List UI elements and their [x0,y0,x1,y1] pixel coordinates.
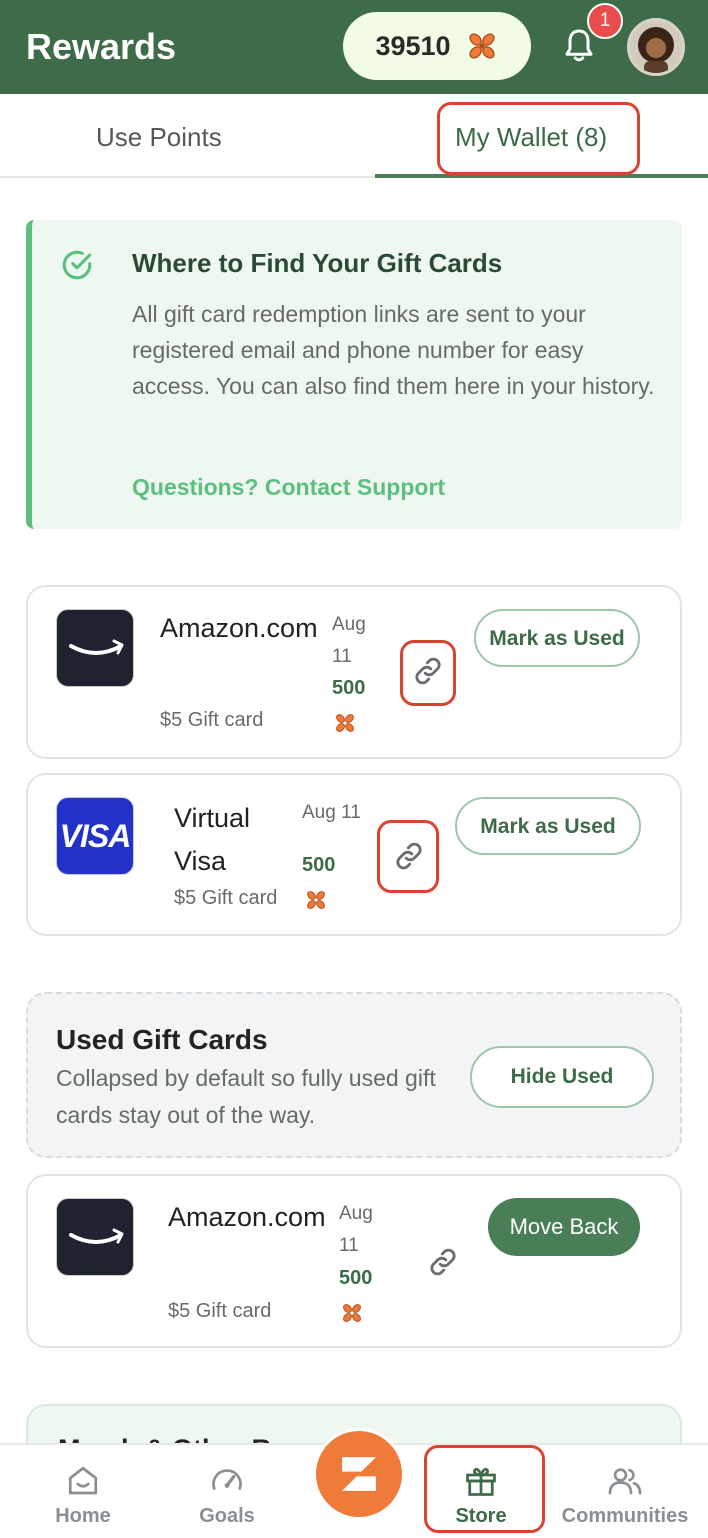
card-points: 500 [332,677,366,699]
card-brand: Amazon.com [160,613,318,643]
card-date: Aug 11 [339,1203,373,1256]
amazon-logo [56,609,134,687]
card-brand: Amazon.com [168,1202,326,1232]
nav-label: Store [455,1505,507,1527]
tab-use-points[interactable]: Use Points [96,122,222,153]
flower-points-icon [307,891,325,909]
top-bar: Rewards 39510 1 [0,0,708,94]
nav-label: Communities [561,1505,689,1527]
amazon-logo [56,1198,134,1276]
contact-support-link[interactable]: Questions? Contact Support [132,474,445,501]
gift-icon [466,1467,496,1496]
avatar[interactable] [627,18,685,76]
rewards-page: Rewards 39510 1 Use Points My Wallet (8)… [0,0,708,1538]
flower-points-icon [336,714,354,732]
mark-as-used-button[interactable]: Mark as Used [455,797,641,855]
hide-used-button[interactable]: Hide Used [470,1046,654,1108]
gift-card-info-banner: Where to Find Your Gift Cards All gift c… [26,220,682,529]
card-subtitle: $5 Gift card [160,709,264,731]
card-date: Aug 11 [332,614,366,667]
card-points: 500 [339,1267,373,1289]
link-icon[interactable] [426,1245,460,1279]
notification-badge: 1 [587,3,623,39]
tab-bar: Use Points My Wallet (8) [0,94,708,178]
check-circle-icon [62,250,92,280]
people-icon [608,1468,642,1495]
mark-as-used-button[interactable]: Mark as Used [474,609,640,667]
used-gift-cards-section: Used Gift Cards Collapsed by default so … [26,992,682,1158]
nav-label: Goals [199,1505,255,1527]
gauge-icon [212,1469,242,1490]
visa-logo: VISA [56,797,134,875]
gift-card-amazon: Amazon.com $5 Gift card Aug 11 500 Mark … [26,585,682,759]
nav-home[interactable]: Home [38,1445,128,1538]
page-title: Rewards [26,26,177,67]
card-brand: Virtual Visa [174,803,251,876]
tab-my-wallet[interactable]: My Wallet (8) [455,122,607,153]
link-icon[interactable] [411,654,445,688]
z-logo-icon [342,1457,376,1491]
used-section-title: Used Gift Cards [56,1024,268,1055]
points-value: 39510 [375,30,451,61]
flower-points-icon [343,1304,361,1322]
nav-goals[interactable]: Goals [182,1445,272,1538]
amazon-smile-icon [69,1228,124,1244]
nav-store[interactable]: Store [436,1445,526,1538]
card-subtitle: $5 Gift card [174,887,278,909]
card-date: Aug 11 [302,802,361,823]
gift-card-visa: VISA Virtual Visa $5 Gift card Aug 11 50… [26,773,682,936]
zoobi-logo-button[interactable] [313,1428,405,1520]
card-subtitle: $5 Gift card [168,1300,272,1322]
used-gift-card-amazon: Amazon.com $5 Gift card Aug 11 500 Move … [26,1174,682,1348]
info-body: All gift card redemption links are sent … [132,301,655,399]
used-section-body: Collapsed by default so fully used gift … [56,1065,436,1128]
avatar-image-icon [630,21,682,73]
info-title: Where to Find Your Gift Cards [132,248,503,278]
home-icon [68,1466,98,1495]
move-back-button[interactable]: Move Back [488,1198,640,1256]
nav-communities[interactable]: Communities [554,1445,696,1538]
active-tab-indicator [375,174,708,178]
card-points: 500 [302,854,336,876]
link-icon[interactable] [392,839,426,873]
amazon-smile-icon [69,639,124,655]
flower-points-icon [468,33,495,59]
points-balance[interactable]: 39510 [343,12,531,80]
nav-label: Home [55,1505,111,1527]
